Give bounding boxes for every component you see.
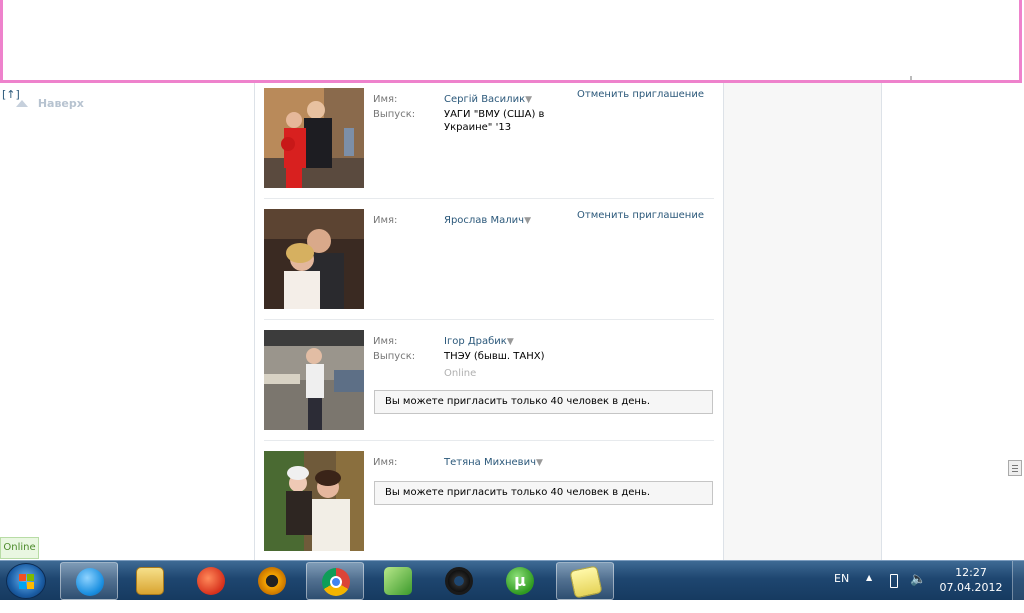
online-status-badge: Online: [0, 537, 39, 559]
graduation-value: ТНЭУ (бывш. ТАНХ): [444, 351, 545, 362]
scrollbar-thumb[interactable]: [1008, 460, 1022, 476]
name-label: Имя:: [373, 336, 398, 347]
online-status: Online: [444, 368, 477, 379]
taskbar-app-box[interactable]: [369, 562, 427, 600]
system-clock[interactable]: 12:27 07.04.2012: [938, 565, 1004, 595]
graduation-label: Выпуск:: [373, 109, 416, 120]
name-label: Имя:: [373, 457, 398, 468]
windows-logo-icon: [19, 574, 35, 590]
graduation-label: Выпуск:: [373, 351, 416, 362]
ccleaner-icon: [197, 567, 225, 595]
file-explorer-icon: [136, 567, 164, 595]
invite-limit-notice: Вы можете пригласить только 40 человек в…: [374, 481, 713, 505]
person-name-link[interactable]: Сергій Василик: [444, 94, 525, 105]
graduation-value: УАГИ "ВМУ (США) в Украине" '13: [444, 109, 545, 133]
item-divider: [264, 198, 714, 199]
up-arrow-icon: [16, 100, 28, 107]
right-sidebar: [723, 83, 881, 560]
left-column-divider: [254, 83, 255, 560]
name-row: Ігор Драбик▼: [444, 335, 574, 349]
clock-time: 12:27: [955, 566, 987, 579]
up-label: Наверх: [37, 97, 84, 110]
item-divider: [264, 440, 714, 441]
dropdown-caret-icon[interactable]: ▼: [536, 458, 543, 468]
sticky-notes-icon: [569, 565, 603, 599]
taskbar-app-aimp[interactable]: [243, 562, 301, 600]
aimp-icon: [258, 567, 286, 595]
taskbar-app-skype[interactable]: [60, 562, 118, 600]
taskbar-app-chrome[interactable]: [306, 562, 364, 600]
gear-app-icon: [445, 567, 473, 595]
avatar[interactable]: [264, 451, 364, 551]
name-row: Ярослав Малич▼: [444, 214, 574, 228]
name-label: Имя:: [373, 215, 398, 226]
language-indicator[interactable]: EN: [834, 572, 849, 612]
chrome-icon: [322, 568, 350, 596]
taskbar-app-ccleaner[interactable]: [182, 562, 240, 600]
dropdown-caret-icon[interactable]: ▼: [525, 95, 532, 105]
person-name-link[interactable]: Ярослав Малич: [444, 215, 524, 226]
taskbar-app-utorrent[interactable]: µ: [491, 562, 549, 600]
volume-icon[interactable]: 🔈: [910, 572, 926, 612]
tray-expand-icon[interactable]: ▲: [866, 573, 872, 613]
taskbar: µ EN ▲ 🔈 12:27 07.04.2012: [0, 560, 1024, 601]
frame-marker: [910, 76, 912, 80]
name-label: Имя:: [373, 94, 398, 105]
browser-page: [↑] Наверх Имя: Сергій Василик▼ Выпуск: …: [0, 0, 1024, 560]
taskbar-app-gear[interactable]: [430, 562, 488, 600]
dropdown-caret-icon[interactable]: ▼: [524, 216, 531, 226]
battery-icon[interactable]: [890, 574, 898, 588]
3d-box-app-icon: [384, 567, 412, 595]
utorrent-icon: µ: [506, 567, 534, 595]
name-row: Сергій Василик▼: [444, 93, 574, 107]
cancel-invitation-link[interactable]: Отменить приглашение: [577, 89, 704, 100]
avatar[interactable]: [264, 88, 364, 188]
taskbar-app-sticky-notes[interactable]: [556, 562, 614, 600]
invite-limit-notice: Вы можете пригласить только 40 человек в…: [374, 390, 713, 414]
person-name-link[interactable]: Тетяна Михневич: [444, 457, 536, 468]
right-column-divider: [723, 83, 724, 560]
start-button[interactable]: [6, 563, 46, 599]
name-row: Тетяна Михневич▼: [444, 456, 644, 470]
avatar[interactable]: [264, 330, 364, 430]
far-right-divider: [881, 83, 882, 560]
person-name-link[interactable]: Ігор Драбик: [444, 336, 507, 347]
clock-date: 07.04.2012: [939, 581, 1003, 594]
avatar[interactable]: [264, 209, 364, 309]
show-desktop-button[interactable]: [1012, 561, 1024, 601]
item-divider: [264, 319, 714, 320]
dropdown-caret-icon[interactable]: ▼: [507, 337, 514, 347]
top-frame: [0, 0, 1022, 83]
skype-icon: [76, 568, 104, 596]
scroll-to-top-link[interactable]: [↑] Наверх: [2, 88, 84, 110]
taskbar-app-explorer[interactable]: [121, 562, 179, 600]
cancel-invitation-link[interactable]: Отменить приглашение: [577, 210, 704, 221]
